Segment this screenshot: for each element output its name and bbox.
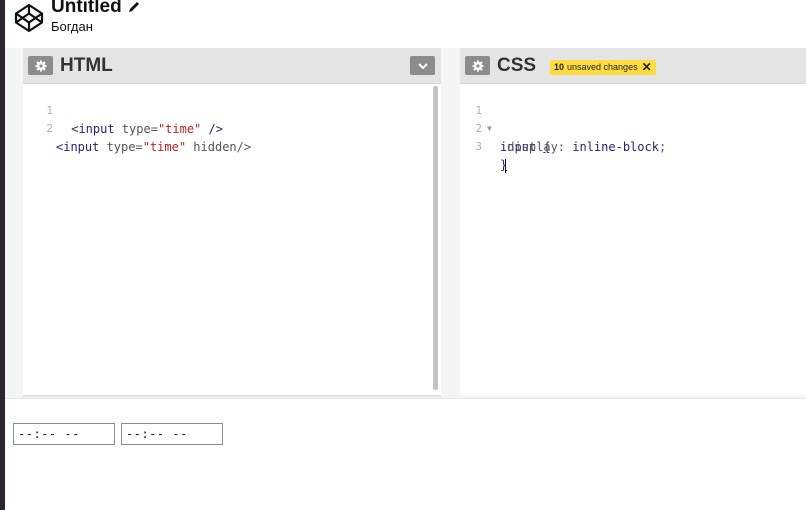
html-code-editor[interactable]: 1 <input type="time" /> 2 <input type="t… bbox=[23, 84, 441, 396]
code-string: "time" bbox=[142, 140, 187, 154]
code-line: 1 <input type="time" /> bbox=[23, 84, 441, 136]
css-settings-button[interactable] bbox=[465, 56, 490, 75]
result-preview: --:-- -- --:-- -- bbox=[5, 415, 806, 510]
html-editor-pane: HTML 1 <input type="time" /> 2 <input ty… bbox=[23, 48, 441, 396]
code-rest: hidden/> bbox=[186, 140, 252, 154]
gear-icon bbox=[35, 60, 46, 71]
css-pane-header: CSS 10 unsaved changes ✕ bbox=[460, 48, 806, 84]
pen-header: Untitled Богдан bbox=[5, 0, 806, 48]
css-code-editor[interactable]: 1 ▼ input { 2 display: inline-block; 3 } bbox=[460, 84, 806, 396]
vertical-scrollbar[interactable] bbox=[433, 86, 438, 390]
horizontal-scrollbar[interactable] bbox=[23, 395, 441, 397]
line-number: 3 bbox=[475, 140, 482, 153]
css-value: inline-block bbox=[572, 140, 659, 154]
codepen-logo-icon[interactable] bbox=[13, 2, 45, 34]
text-cursor bbox=[505, 158, 507, 173]
html-collapse-button[interactable] bbox=[410, 56, 435, 75]
code-attr: type= bbox=[114, 122, 158, 136]
editors-area: HTML 1 <input type="time" /> 2 <input ty… bbox=[5, 48, 806, 398]
time-input[interactable]: --:-- -- bbox=[13, 423, 115, 445]
code-line: 1 ▼ input { bbox=[460, 84, 806, 154]
css-editor-pane: CSS 10 unsaved changes ✕ 1 ▼ input { 2 d… bbox=[460, 48, 806, 396]
code-attr: type= bbox=[99, 140, 143, 154]
close-icon[interactable]: ✕ bbox=[642, 60, 652, 75]
code-line: 3 } bbox=[460, 120, 806, 173]
resize-divider[interactable] bbox=[5, 398, 806, 416]
unsaved-label: unsaved changes bbox=[567, 62, 638, 72]
css-semicolon: ; bbox=[658, 140, 667, 154]
html-pane-title: HTML bbox=[60, 55, 113, 76]
edit-pencil-icon[interactable] bbox=[127, 0, 141, 14]
html-pane-header: HTML bbox=[23, 48, 441, 84]
css-colon: : bbox=[557, 140, 573, 154]
code-rest: /> bbox=[201, 122, 223, 136]
unsaved-count: 10 bbox=[554, 62, 565, 72]
css-pane-title: CSS bbox=[497, 55, 537, 76]
html-settings-button[interactable] bbox=[28, 56, 53, 75]
pen-title[interactable]: Untitled bbox=[51, 0, 122, 19]
author-name[interactable]: Богдан bbox=[51, 19, 93, 34]
time-input[interactable]: --:-- -- bbox=[121, 423, 223, 445]
code-string: "time" bbox=[157, 122, 202, 136]
gear-icon bbox=[472, 60, 483, 71]
line-number: 2 bbox=[46, 122, 53, 135]
code-line: 2 <input type="time" hidden/> bbox=[23, 102, 441, 154]
unsaved-changes-badge[interactable]: 10 unsaved changes ✕ bbox=[550, 60, 656, 75]
chevron-down-icon bbox=[417, 62, 428, 69]
code-tag: <input bbox=[56, 140, 100, 154]
code-line: 2 display: inline-block; bbox=[460, 102, 806, 154]
